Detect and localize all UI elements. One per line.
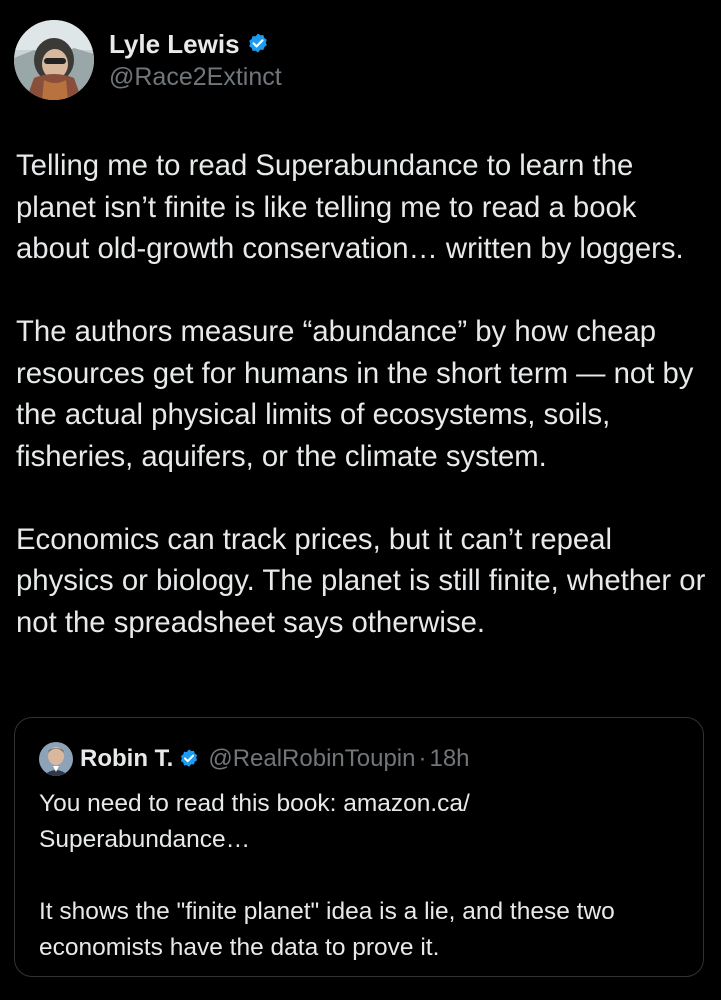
tweet-header: Lyle Lewis @Race2Extinct bbox=[14, 20, 282, 100]
quoted-author-name[interactable]: Robin T. bbox=[80, 745, 173, 773]
verified-badge-icon bbox=[246, 32, 270, 56]
quoted-tweet-text: You need to read this book: amazon.ca/ S… bbox=[39, 786, 689, 966]
author-handle[interactable]: @Race2Extinct bbox=[109, 61, 282, 93]
quoted-tweet-header: Robin T. @RealRobinToupin · 18h bbox=[39, 742, 470, 776]
tweet-paragraph: Economics can track prices, but it can’t… bbox=[16, 522, 706, 639]
quoted-author-handle[interactable]: @RealRobinToupin bbox=[208, 745, 415, 773]
quoted-tweet-timestamp[interactable]: 18h bbox=[429, 745, 469, 773]
author-avatar[interactable] bbox=[14, 20, 94, 100]
quoted-author-avatar[interactable] bbox=[39, 742, 73, 776]
verified-badge-icon bbox=[178, 748, 200, 770]
author-name-row[interactable]: Lyle Lewis bbox=[109, 28, 282, 60]
separator-dot: · bbox=[418, 745, 427, 772]
tweet-paragraph: The authors measure “abundance” by how c… bbox=[16, 315, 694, 473]
quoted-tweet-card[interactable]: Robin T. @RealRobinToupin · 18h You need… bbox=[14, 717, 704, 977]
tweet-paragraph: Telling me to read Superabundance to lea… bbox=[16, 149, 684, 265]
quoted-tweet-paragraph: You need to read this book: amazon.ca/ S… bbox=[39, 790, 470, 853]
tweet-text: Telling me to read Superabundance to lea… bbox=[16, 145, 711, 643]
author-name[interactable]: Lyle Lewis bbox=[109, 28, 240, 60]
quoted-tweet-paragraph: It shows the "finite planet" idea is a l… bbox=[39, 898, 615, 961]
